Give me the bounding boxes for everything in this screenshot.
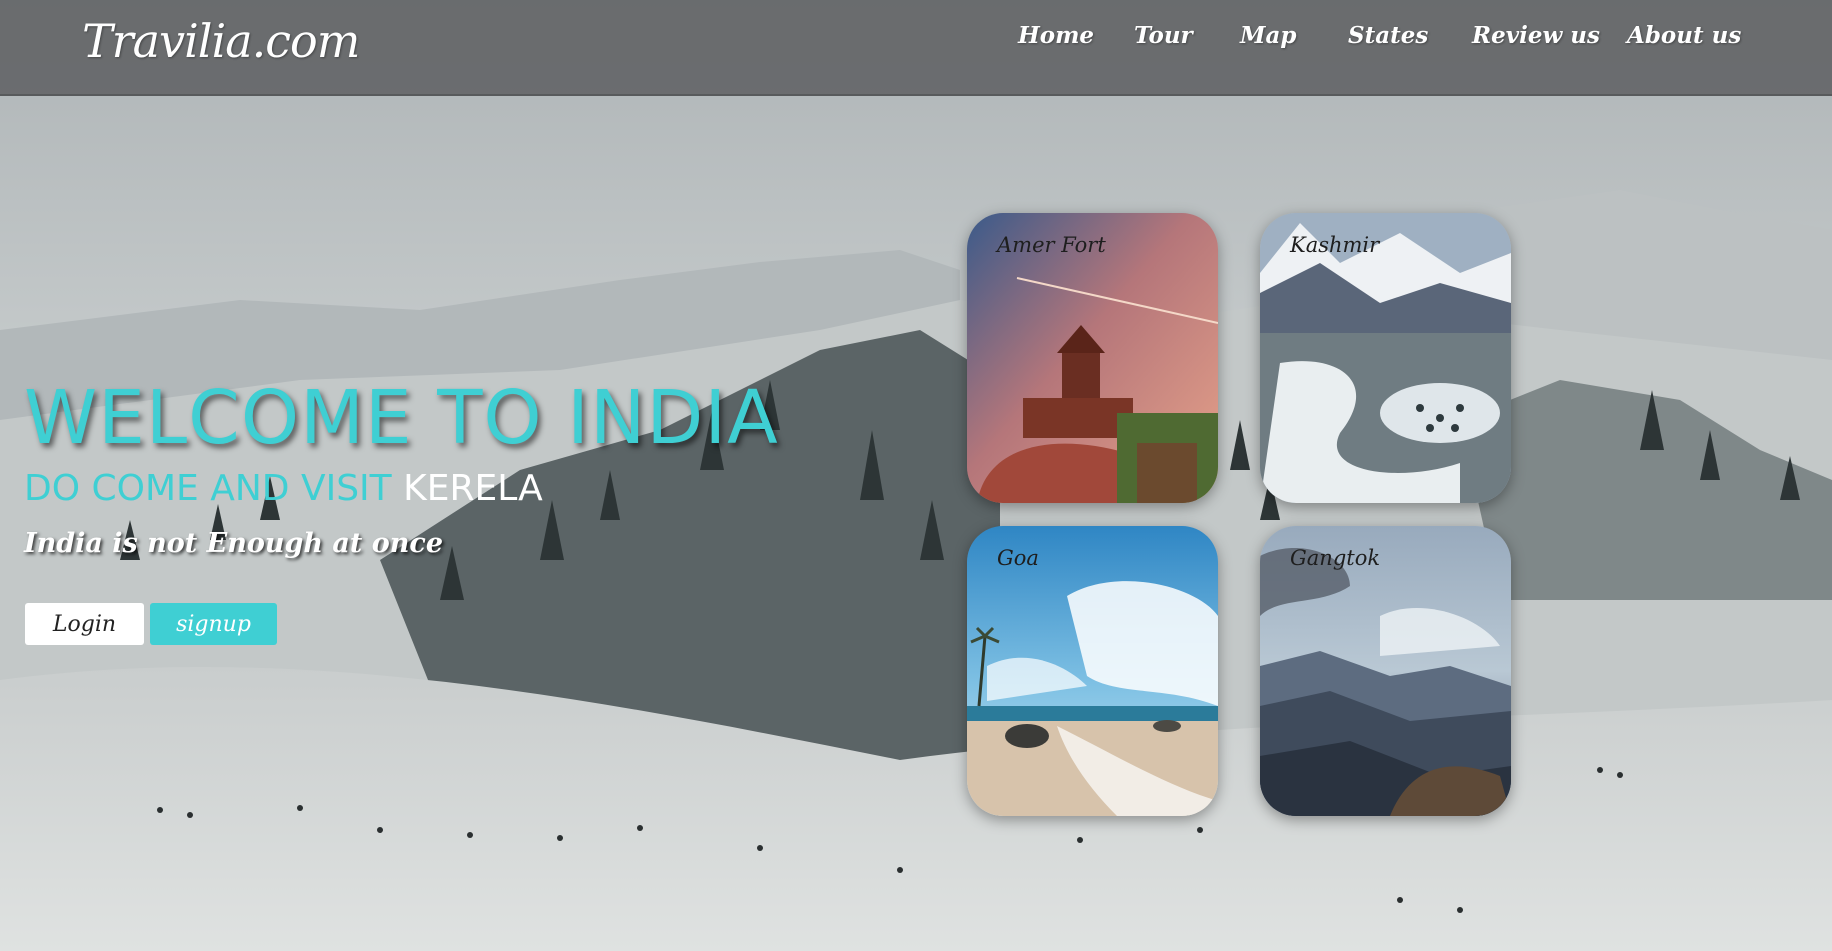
card-label-goa: Goa — [997, 546, 1039, 570]
card-label-kashmir: Kashmir — [1290, 233, 1380, 257]
top-navbar: Travilia.com Home Tour Map States Review… — [0, 0, 1832, 96]
nav-link-about-us[interactable]: About us — [1627, 22, 1741, 49]
signup-button[interactable]: signup — [150, 603, 277, 645]
nav-link-tour[interactable]: Tour — [1134, 22, 1193, 49]
hero-tagline: India is not Enough at once — [24, 528, 444, 559]
card-label-gangtok: Gangtok — [1290, 546, 1381, 570]
hero-title: WELCOME TO INDIA — [24, 375, 779, 461]
nav-link-states[interactable]: States — [1348, 22, 1428, 49]
destination-card-kashmir[interactable]: Kashmir — [1260, 213, 1511, 503]
hero-subtitle-prefix: DO COME AND VISIT — [24, 468, 392, 509]
nav-link-home[interactable]: Home — [1018, 22, 1094, 49]
brand-logo[interactable]: Travilia.com — [82, 14, 360, 68]
nav-link-map[interactable]: Map — [1240, 22, 1296, 49]
nav-link-review-us[interactable]: Review us — [1472, 22, 1600, 49]
destination-card-goa[interactable]: Goa — [967, 526, 1218, 816]
hero-subtitle-place: KERELA — [403, 468, 543, 509]
card-label-amer-fort: Amer Fort — [997, 233, 1106, 257]
destination-card-gangtok[interactable]: Gangtok — [1260, 526, 1511, 816]
destination-card-amer-fort[interactable]: Amer Fort — [967, 213, 1218, 503]
login-button[interactable]: Login — [25, 603, 144, 645]
hero-subtitle: DO COME AND VISIT KERELA — [24, 468, 543, 509]
